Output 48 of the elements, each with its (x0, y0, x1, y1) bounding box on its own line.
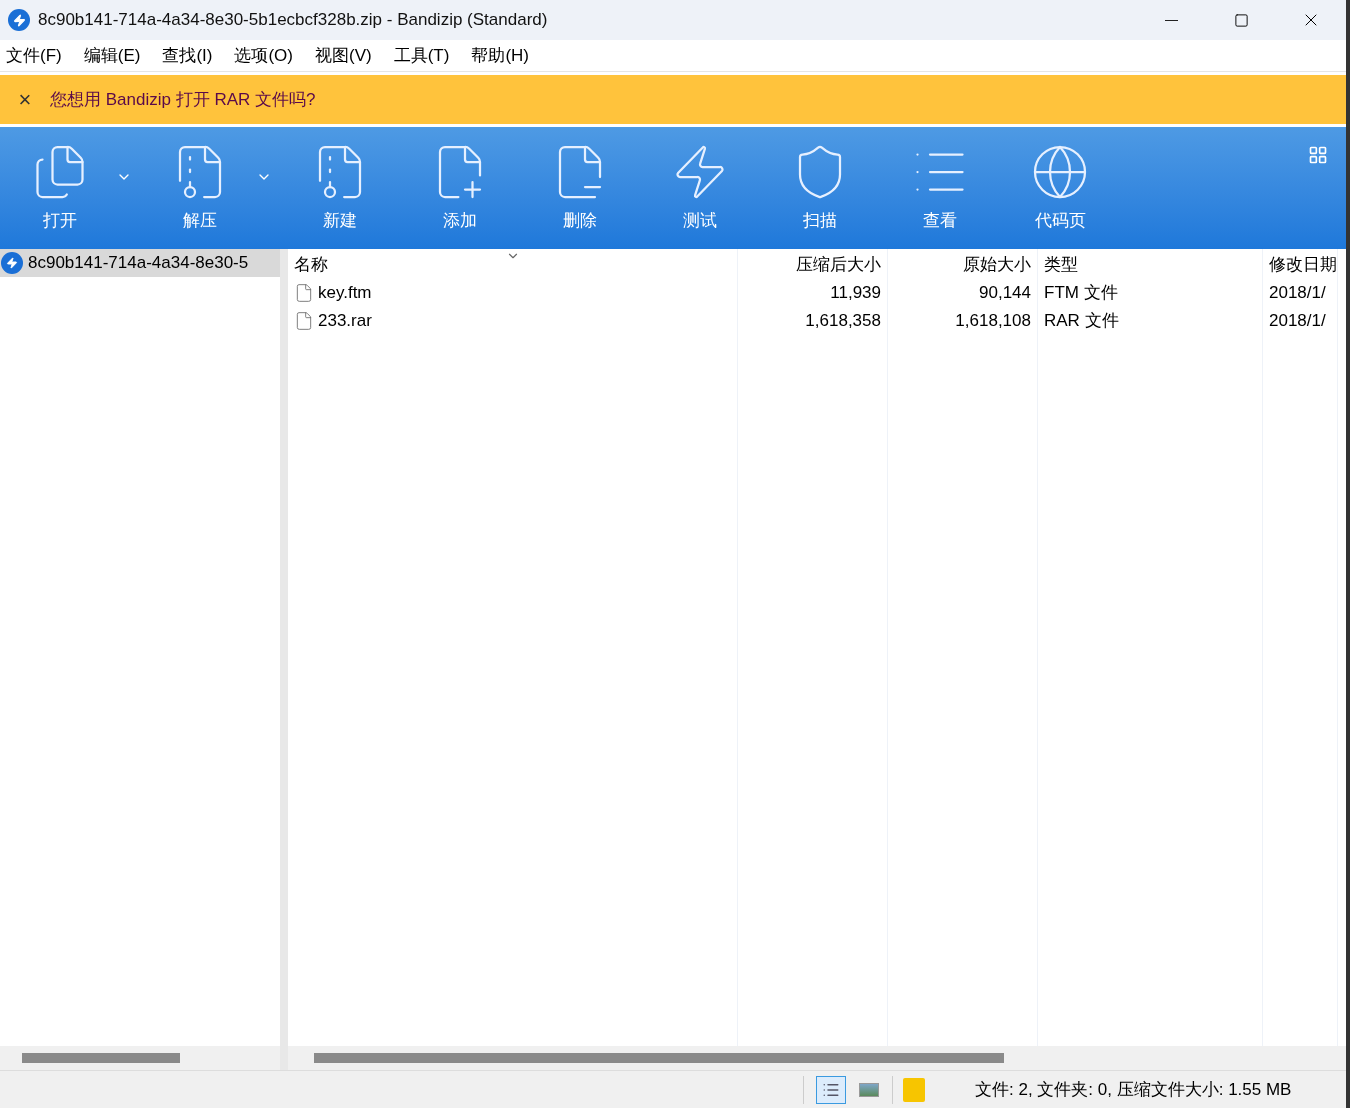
window-title: 8c90b141-714a-4a34-8e30-5b1ecbcf328b.zip - Bandizip (Standard) (38, 9, 548, 32)
toolbar-button[interactable]: 扫描 (772, 127, 868, 249)
column-header[interactable]: 类型 (1038, 249, 1262, 279)
file-icon (294, 311, 314, 331)
close-button[interactable]: × (14, 88, 36, 111)
layout-button[interactable] (1308, 145, 1328, 165)
toolbar-button[interactable]: 添加 (412, 127, 508, 249)
toolbar-button[interactable]: 打开 (12, 127, 108, 249)
file-icon (294, 283, 314, 303)
toolbar-button[interactable]: 查看 (892, 127, 988, 249)
table-cell-text: RAR 文件 (1044, 310, 1119, 333)
scrollbar-thumb[interactable] (22, 1053, 180, 1063)
folder-icon (903, 1077, 925, 1102)
menu-item[interactable]: 视图(V) (313, 42, 374, 69)
menu-item[interactable]: 编辑(E) (81, 42, 143, 69)
table-cell[interactable]: 233.rar (318, 308, 372, 334)
picture-icon (859, 1082, 879, 1097)
table-cell-text: 11,939 (830, 282, 881, 305)
table-cell-text: 90,144 (979, 282, 1031, 305)
table-cell-text: 1,618,108 (955, 310, 1031, 333)
notification-text: 您想用 Bandizip 打开 RAR 文件吗? (50, 88, 316, 111)
table-cell-text: 2018/1/ (1269, 310, 1326, 333)
maximize-icon (1233, 12, 1249, 28)
tree-item[interactable]: 8c90b141-714a-4a34-8e30-5 (0, 249, 280, 277)
toolbar-button[interactable]: 删除 (532, 127, 628, 249)
column-header[interactable]: 修改日期 (1263, 249, 1337, 279)
status-text: 文件: 2, 文件夹: 0, 压缩文件大小: 1.55 MB (975, 1078, 1292, 1101)
minimize-icon (1164, 19, 1178, 21)
menu-item[interactable]: 文件(F) (4, 42, 64, 69)
menu-item[interactable]: 帮助(H) (469, 42, 531, 69)
column-header[interactable]: 压缩后大小 (738, 249, 887, 279)
menu-item[interactable]: 选项(O) (232, 42, 295, 69)
archive-icon (1, 252, 23, 274)
menu-item[interactable]: 工具(T) (391, 42, 452, 69)
table-cell-text: FTM 文件 (1044, 282, 1118, 305)
table-cell-text: 2018/1/ (1269, 282, 1326, 305)
details-view-button[interactable] (816, 1075, 846, 1104)
toolbar-button[interactable]: 解压 (152, 127, 248, 249)
column-header[interactable]: 名称 (288, 249, 737, 279)
app-logo-icon (8, 9, 30, 31)
table-cell-text: 1,618,358 (805, 310, 881, 333)
scrollbar-thumb[interactable] (314, 1053, 1004, 1063)
menu-item[interactable]: 查找(I) (160, 42, 215, 69)
column-header[interactable]: 原始大小 (888, 249, 1037, 279)
toolbar-button[interactable]: 代码页 (1012, 127, 1108, 249)
toolbar-button[interactable]: 新建 (292, 127, 388, 249)
toolbar-button[interactable]: 测试 (652, 127, 748, 249)
table-cell[interactable]: key.ftm (318, 280, 372, 306)
